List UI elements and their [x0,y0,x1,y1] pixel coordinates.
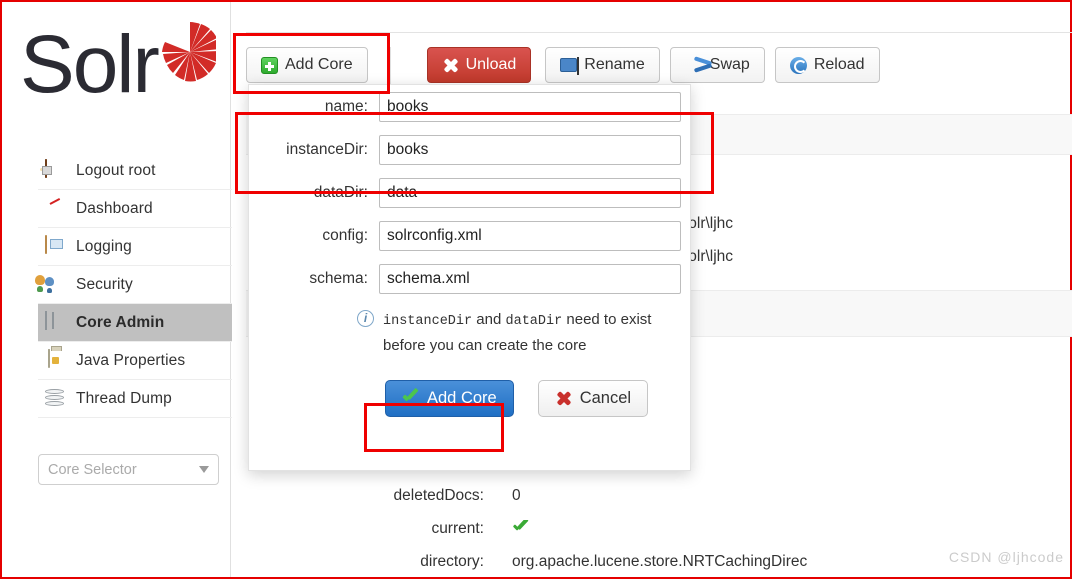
core-admin-toolbar: Add Core Unload Rename Swap Reload [246,32,1072,89]
sidebar-item-label: Security [76,275,133,293]
table-row: deletedDocs: 0 [232,487,521,505]
stat-value [512,520,529,542]
x-red-icon [555,390,572,407]
solr-admin-window: Solr Logout root Dashboard Logging Secur… [0,0,1072,579]
users-shield-icon [45,274,67,296]
stat-label: directory: [420,553,484,570]
stat-value: org.apache.lucene.store.NRTCachingDirec [512,553,808,570]
sidebar-item-label: Logout root [76,161,156,179]
datadir-input[interactable] [379,177,681,208]
log-tray-icon [45,234,67,258]
form-row-datadir: dataDir: [249,171,690,214]
dialog-hint-text: instanceDir and dataDir need to exist be… [383,308,655,358]
form-row-instancedir: instanceDir: [249,128,690,171]
reload-circular-icon [789,56,807,74]
sidebar-item-label: Thread Dump [76,389,172,407]
field-label: config: [322,226,368,244]
sidebar-item-dashboard[interactable]: Dashboard [38,190,234,228]
check-green-icon [402,390,419,407]
form-row-config: config: [249,214,690,257]
stat-value: 0 [512,487,521,504]
solr-logo[interactable]: Solr [20,20,216,106]
sidebar-item-logout[interactable]: Logout root [38,152,234,190]
sidebar: Solr Logout root Dashboard Logging Secur… [2,2,234,577]
dialog-add-core-label: Add Core [427,389,497,407]
gauge-icon [45,198,67,220]
plus-green-icon [261,56,278,74]
config-input[interactable] [379,220,681,251]
form-row-name: name: [249,85,690,128]
java-jar-icon [45,348,67,372]
table-row: directory: org.apache.lucene.store.NRTCa… [232,553,832,571]
table-row: current: [232,520,529,542]
form-row-schema: schema: [249,257,690,300]
field-label: dataDir: [313,183,368,201]
sidebar-item-logging[interactable]: Logging [38,228,234,266]
sidebar-item-label: Dashboard [76,199,153,217]
field-label: name: [324,97,368,115]
rename-button-label: Rename [584,56,645,73]
check-green-icon [512,520,529,537]
dialog-add-core-button[interactable]: Add Core [385,380,514,417]
name-input[interactable] [379,91,681,122]
core-selector-label: Core Selector [48,461,137,478]
dialog-actions: Add Core Cancel [249,358,690,417]
hint-mono-instancedir: instanceDir [383,314,473,329]
x-white-icon [442,57,459,74]
instancedir-input[interactable] [379,134,681,165]
rename-button[interactable]: Rename [545,47,660,83]
svg-text:Solr: Solr [20,20,159,106]
dialog-hint: i instanceDir and dataDir need to exist … [249,300,690,358]
dialog-cancel-label: Cancel [579,389,632,407]
unload-button-label: Unload [465,56,517,73]
toolbar-divider [389,47,391,89]
unload-button[interactable]: Unload [426,47,532,83]
rename-icon [560,57,580,75]
schema-input[interactable] [379,263,681,294]
add-core-dialog: name: instanceDir: dataDir: config: sche… [248,84,691,471]
core-grid-icon [45,310,67,334]
core-selector-dropdown[interactable]: Core Selector [38,454,219,485]
watermark: CSDN @ljhcode [948,549,1064,565]
reload-button-label: Reload [813,56,865,73]
swap-arrows-icon [685,57,703,73]
sidebar-item-java-properties[interactable]: Java Properties [38,342,234,380]
sidebar-nav: Logout root Dashboard Logging Security C… [38,152,234,418]
hint-mono-datadir: dataDir [505,314,563,329]
add-core-button-label: Add Core [285,56,353,73]
sidebar-item-label: Logging [76,237,132,255]
thread-stack-icon [45,388,67,410]
reload-button[interactable]: Reload [774,47,880,83]
info-icon: i [357,310,374,327]
swap-button[interactable]: Swap [669,47,765,83]
sidebar-item-security[interactable]: Security [38,266,234,304]
sidebar-item-thread-dump[interactable]: Thread Dump [38,380,234,418]
main-content: less than a minute ago E:\install\Solr\s… [232,2,1072,577]
door-exit-icon [45,158,67,182]
chevron-down-icon [199,466,209,473]
field-label: instanceDir: [286,140,368,158]
sidebar-item-core-admin[interactable]: Core Admin [38,304,234,342]
sidebar-item-label: Core Admin [76,313,165,331]
swap-button-label: Swap [709,56,750,73]
sidebar-item-label: Java Properties [76,351,186,369]
stat-label: deletedDocs: [393,487,484,504]
dialog-cancel-button[interactable]: Cancel [537,380,649,417]
add-core-button[interactable]: Add Core [246,47,368,83]
field-label: schema: [309,269,368,287]
stat-label: current: [431,520,484,537]
hint-text-and: and [472,311,506,328]
